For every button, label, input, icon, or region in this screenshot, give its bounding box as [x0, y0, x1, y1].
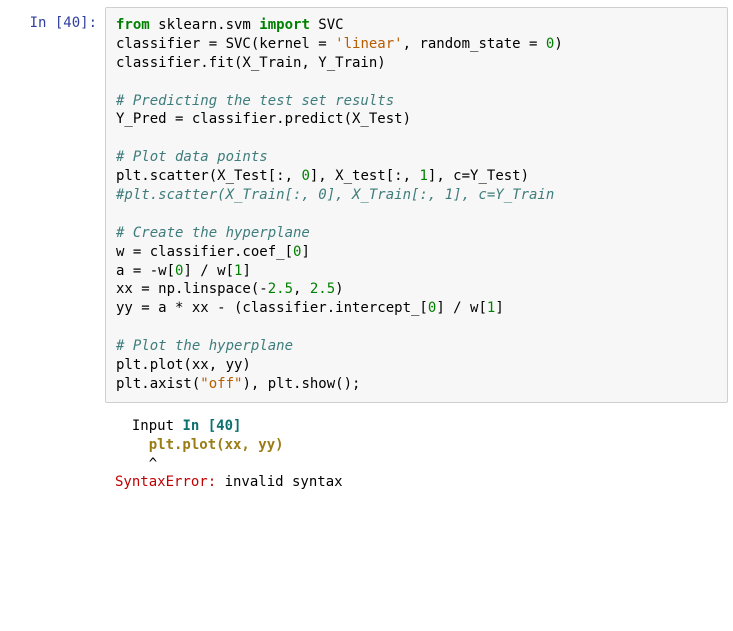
number-literal: 1: [419, 168, 427, 184]
code-text: ): [554, 36, 562, 52]
error-name: SyntaxError: [115, 474, 208, 490]
number-literal: 2.5: [310, 281, 335, 297]
code-text: , random_state =: [403, 36, 546, 52]
error-message: invalid syntax: [225, 474, 343, 490]
code-text: ], X_test[:,: [310, 168, 420, 184]
code-input-area[interactable]: from sklearn.svm import SVC classifier =…: [105, 7, 728, 403]
code-text: ]: [242, 263, 250, 279]
output-cell: Input In [40] plt.plot(xx, yy) ^ SyntaxE…: [5, 411, 728, 499]
number-literal: 0: [301, 168, 309, 184]
error-caret: ^: [115, 456, 157, 472]
code-text: ): [335, 281, 343, 297]
error-sep: :: [208, 474, 225, 490]
error-code-line: plt.plot(xx, yy): [149, 437, 284, 453]
code-text: classifier.fit(X_Train, Y_Train): [116, 55, 386, 71]
code-text: xx = np.linspace(-: [116, 281, 268, 297]
code-text: a = -w[: [116, 263, 175, 279]
code-text: yy = a * xx - (classifier.intercept_[: [116, 300, 428, 316]
error-code-indent: [115, 437, 149, 453]
code-text: SVC: [310, 17, 344, 33]
comment: # Plot data points: [116, 149, 268, 165]
error-output: Input In [40] plt.plot(xx, yy) ^ SyntaxE…: [105, 411, 728, 499]
comment: # Predicting the test set results: [116, 93, 394, 109]
string-literal: 'linear': [335, 36, 402, 52]
code-text: ] / w[: [183, 263, 234, 279]
code-text: ,: [293, 281, 310, 297]
input-prompt: In [40]:: [5, 7, 105, 31]
comment: # Plot the hyperplane: [116, 338, 293, 354]
comment: #plt.scatter(X_Train[:, 0], X_Train[:, 1…: [116, 187, 554, 203]
code-text: ]: [495, 300, 503, 316]
comment: # Create the hyperplane: [116, 225, 310, 241]
code-cell: In [40]: from sklearn.svm import SVC cla…: [5, 7, 728, 403]
string-literal: "off": [200, 376, 242, 392]
keyword-from: from: [116, 17, 150, 33]
code-text: plt.axist(: [116, 376, 200, 392]
code-text: w = classifier.coef_[: [116, 244, 293, 260]
keyword-import: import: [259, 17, 310, 33]
code-text: ), plt.show();: [242, 376, 360, 392]
code-text: ]: [301, 244, 309, 260]
code-text: sklearn.svm: [150, 17, 260, 33]
code-text: plt.plot(xx, yy): [116, 357, 251, 373]
error-input-label: Input: [115, 418, 182, 434]
code-text: Y_Pred = classifier.predict(X_Test): [116, 111, 411, 127]
code-text: ], c=Y_Test): [428, 168, 529, 184]
code-text: classifier = SVC(kernel =: [116, 36, 335, 52]
number-literal: 2.5: [268, 281, 293, 297]
error-location: In [40]: [182, 418, 241, 434]
code-text: plt.scatter(X_Test[:,: [116, 168, 301, 184]
code-text: ] / w[: [436, 300, 487, 316]
